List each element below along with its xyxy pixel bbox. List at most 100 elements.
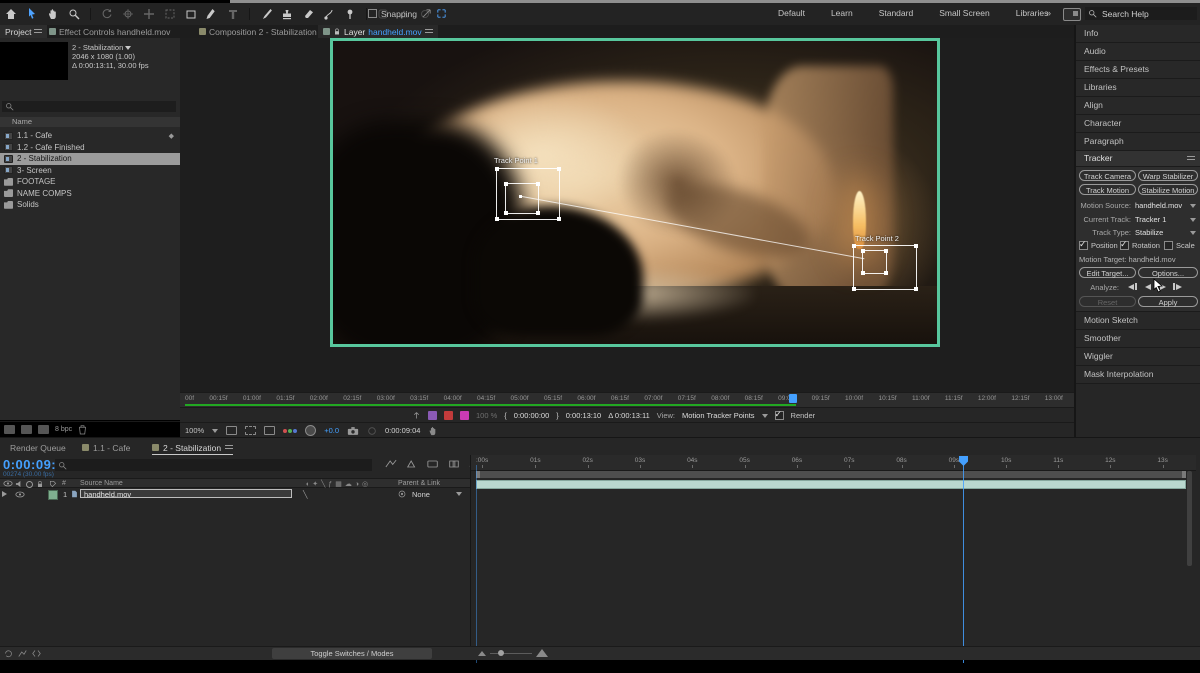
render-time-purple-icon[interactable] — [428, 411, 437, 420]
frame-blending-icon[interactable] — [448, 459, 460, 469]
vertical-scrollbar[interactable] — [1187, 471, 1192, 566]
safe-margins-icon[interactable] — [245, 426, 256, 435]
scale-checkbox[interactable]: Scale — [1164, 241, 1195, 250]
roto-brush-tool-icon[interactable] — [322, 7, 336, 21]
render-time-magenta-icon[interactable] — [460, 411, 469, 420]
workspace-tab[interactable]: Small Screen — [939, 8, 990, 18]
clone-stamp-tool-icon[interactable] — [280, 7, 294, 21]
view-dropdown[interactable]: Motion Tracker Points — [682, 411, 755, 420]
zoom-dropdown[interactable]: 100% — [185, 426, 204, 435]
rotate-tool-icon[interactable] — [100, 7, 114, 21]
tracker-panel-header[interactable]: Tracker — [1076, 151, 1200, 167]
hand-tool-icon[interactable] — [46, 7, 60, 21]
home-icon[interactable] — [4, 7, 18, 21]
always-preview-icon[interactable] — [412, 411, 421, 420]
tab-effect-controls[interactable]: Effect Controls handheld.mov — [44, 25, 175, 38]
in-point-value[interactable]: 0:00:00:00 — [514, 411, 549, 420]
layer-quality-switch[interactable]: ╲ — [303, 490, 308, 499]
analyze-1-frame-backward-button[interactable] — [1126, 281, 1139, 292]
collapsed-panel-header[interactable]: Mask Interpolation — [1076, 366, 1200, 384]
lock-column-icon[interactable] — [36, 480, 44, 488]
pan-behind-tool-icon[interactable] — [142, 7, 156, 21]
composition-mini-flowchart-icon[interactable] — [385, 459, 397, 469]
project-item-footage[interactable]: FOOTAGE — [0, 176, 180, 188]
composition-viewport[interactable] — [330, 38, 940, 347]
pen-tool-icon[interactable] — [205, 7, 219, 21]
workspace-tab[interactable]: Learn — [831, 8, 853, 18]
parent-pickwhip-icon[interactable] — [398, 490, 406, 498]
shy-layers-icon[interactable] — [427, 459, 439, 469]
stabilize-motion-button[interactable]: Stabilize Motion — [1138, 184, 1198, 195]
tab-layer[interactable]: Layer handheld.mov — [318, 25, 438, 38]
zoom-knob[interactable] — [498, 650, 504, 656]
timeline-zoom-slider[interactable] — [478, 649, 548, 657]
show-snapshot-icon[interactable] — [367, 426, 377, 436]
in-out-icon[interactable] — [32, 649, 41, 658]
transparency-grid-icon[interactable] — [305, 425, 316, 436]
zoom-out-icon[interactable] — [478, 651, 486, 656]
analyze-1-frame-forward-button[interactable] — [1171, 281, 1184, 292]
layer-expander-icon[interactable] — [2, 491, 7, 497]
draft-3d-icon[interactable] — [406, 459, 418, 469]
choose-grid-icon[interactable] — [226, 426, 237, 435]
collapsed-panel-header[interactable]: Audio — [1076, 43, 1200, 61]
parent-dropdown[interactable]: None — [412, 490, 430, 499]
trash-icon[interactable] — [78, 424, 87, 435]
rotation-checkbox[interactable]: Rotation — [1120, 241, 1160, 250]
label-column-icon[interactable] — [49, 480, 57, 488]
snapshot-camera-icon[interactable] — [347, 426, 359, 436]
chevron-down-icon[interactable] — [456, 492, 462, 496]
panel-menu-icon[interactable] — [34, 28, 42, 35]
options-button[interactable]: Options... — [1138, 267, 1198, 278]
snapping-checkbox[interactable] — [368, 9, 377, 18]
region-of-interest-icon[interactable] — [264, 426, 275, 435]
source-name-column-header[interactable]: Source Name — [80, 480, 123, 487]
current-time-readout[interactable]: 0:00:09:04 — [385, 426, 420, 435]
layer-visibility-icon[interactable] — [15, 491, 25, 498]
zoom-track[interactable] — [490, 653, 532, 654]
track-point-2-inner[interactable] — [862, 250, 887, 274]
panel-menu-icon[interactable] — [425, 28, 433, 35]
snap-along-edges-icon[interactable] — [421, 8, 432, 19]
project-list-header[interactable]: Name — [0, 117, 180, 127]
workspace-tab[interactable]: Default — [778, 8, 805, 18]
layer-row-handheld[interactable]: 1 handheld.mov ╲ None — [0, 489, 470, 499]
tab-render-queue[interactable]: Render Queue — [10, 441, 66, 454]
interpret-footage-icon[interactable] — [4, 425, 15, 434]
snap-features-icon[interactable] — [436, 8, 447, 19]
solo-column-icon[interactable] — [26, 481, 33, 488]
panel-menu-icon[interactable] — [225, 444, 233, 451]
edit-target-button[interactable]: Edit Target... — [1079, 267, 1136, 278]
toggle-switches-modes-button[interactable]: Toggle Switches / Modes — [272, 648, 432, 659]
collapsed-panel-header[interactable]: Info — [1076, 25, 1200, 43]
panel-menu-icon[interactable] — [1187, 155, 1195, 162]
zoom-tool-icon[interactable] — [67, 7, 81, 21]
project-item-name-comps[interactable]: NAME COMPS — [0, 188, 180, 200]
track-point-1-center[interactable] — [519, 195, 522, 198]
chevron-down-icon[interactable] — [125, 46, 131, 50]
motion-source-dropdown[interactable]: handheld.mov — [1135, 201, 1182, 210]
collapsed-panel-header[interactable]: Align — [1076, 97, 1200, 115]
parent-link-column-header[interactable]: Parent & Link — [398, 480, 440, 487]
collapsed-panel-header[interactable]: Smoother — [1076, 330, 1200, 348]
chevron-down-icon[interactable] — [762, 414, 768, 418]
camera-tool-icon[interactable] — [121, 7, 135, 21]
track-motion-button[interactable]: Track Motion — [1079, 184, 1136, 195]
chevron-down-icon[interactable] — [212, 429, 218, 433]
track-point-1-inner[interactable] — [505, 183, 539, 214]
track-camera-button[interactable]: Track Camera — [1079, 170, 1136, 181]
marquee-tool-icon[interactable] — [163, 7, 177, 21]
collapsed-panel-header[interactable]: Libraries — [1076, 79, 1200, 97]
tab-composition[interactable]: Composition 2 - Stabilization — [194, 25, 322, 38]
brush-tool-icon[interactable] — [259, 7, 273, 21]
collapsed-panel-header[interactable]: Motion Sketch — [1076, 312, 1200, 330]
layer-label-color[interactable] — [48, 490, 58, 500]
graph-editor-icon[interactable] — [18, 649, 27, 658]
workspace-overflow-chevrons[interactable]: » — [1046, 8, 1051, 18]
collapsed-panel-header[interactable]: Character — [1076, 115, 1200, 133]
reset-button[interactable]: Reset — [1079, 296, 1136, 307]
collapsed-panel-header[interactable]: Effects & Presets — [1076, 61, 1200, 79]
track-type-dropdown[interactable]: Stabilize — [1135, 228, 1163, 237]
channel-settings-icon[interactable] — [283, 429, 297, 433]
chevron-down-icon[interactable] — [1190, 231, 1196, 235]
